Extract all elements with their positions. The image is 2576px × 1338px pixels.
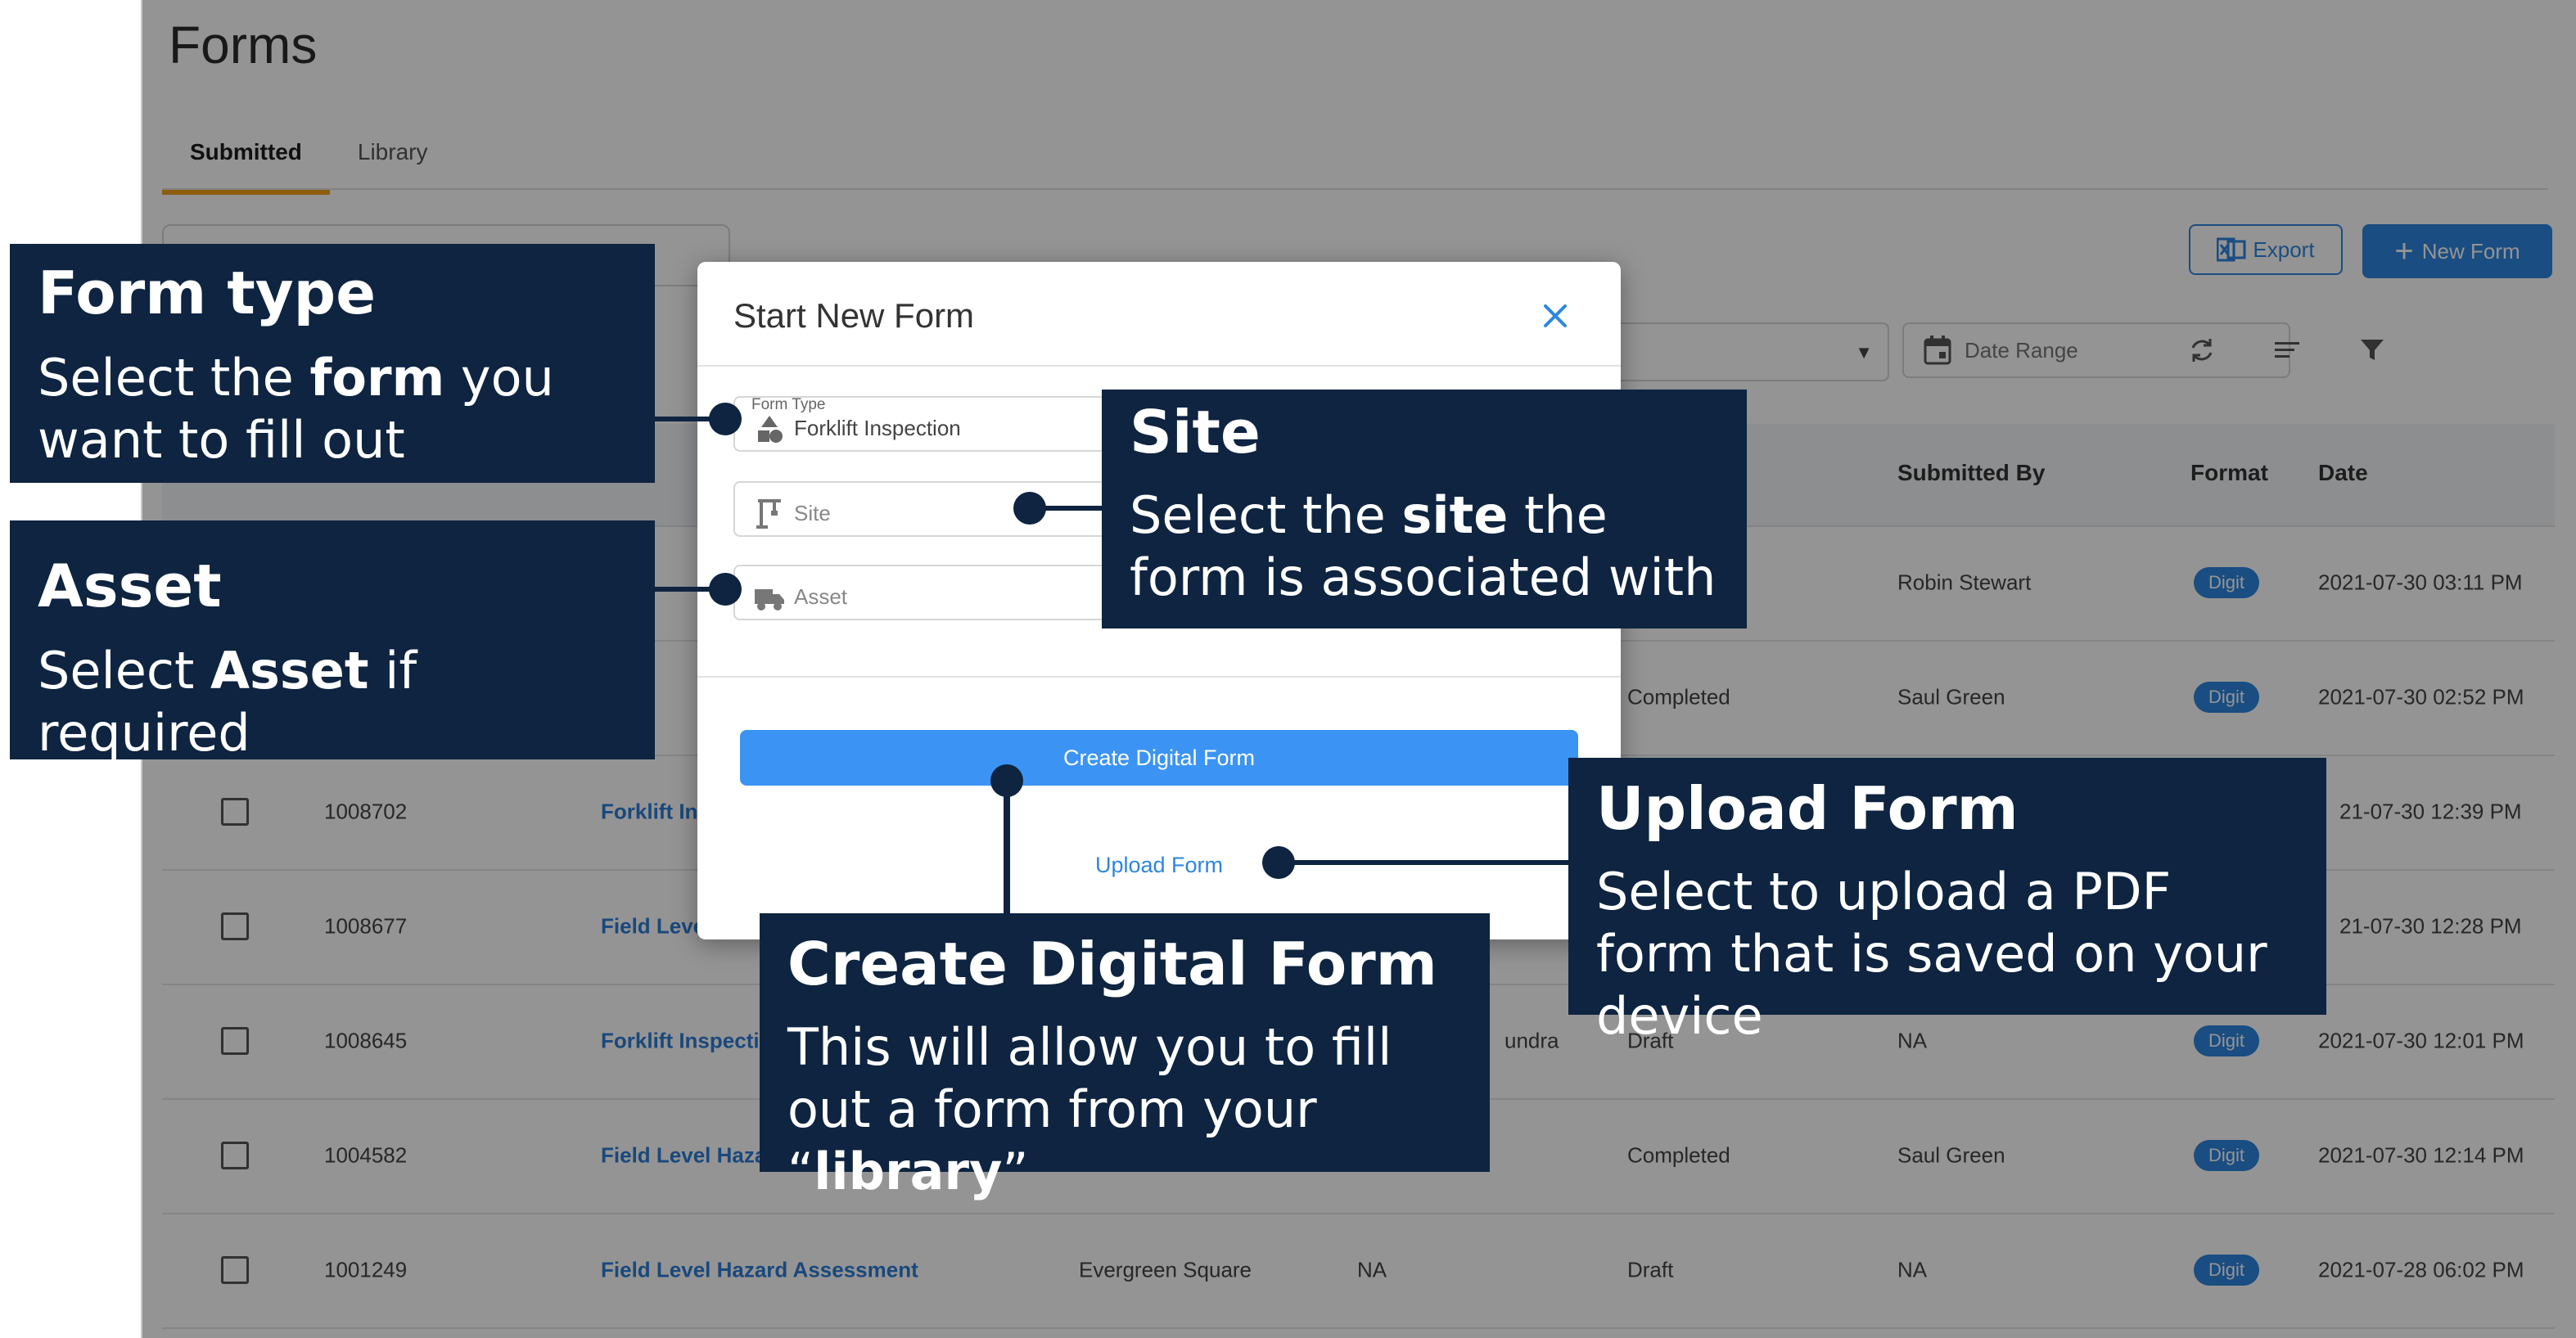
form-type-value: Forklift Inspection — [794, 416, 961, 440]
callout-text: Select — [38, 641, 210, 701]
crane-icon — [756, 499, 781, 529]
callout-site-title: Site — [1130, 398, 1261, 466]
callout-bold-text: Asset — [210, 641, 369, 701]
callout-text: Select the — [1130, 485, 1402, 545]
callout-pointer-dot — [1013, 492, 1046, 525]
close-icon[interactable] — [1539, 300, 1572, 332]
callout-text: ” — [1002, 1142, 1029, 1201]
shapes-icon — [758, 416, 783, 443]
form-type-label: Form Type — [751, 396, 826, 413]
modal-header-divider — [697, 365, 1621, 367]
upload-form-link[interactable]: Upload Form — [697, 853, 1621, 878]
callout-bold-text: library — [814, 1142, 1003, 1201]
modal-title: Start New Form — [733, 296, 975, 335]
callout-form-type: Form type Select the form you want to fi… — [10, 244, 655, 483]
callout-site-body: Select the site the form is associated w… — [1130, 484, 1719, 609]
callout-create-digital-form: Create Digital Form This will allow you … — [760, 913, 1490, 1201]
callout-asset-body: Select Asset if required — [38, 640, 627, 764]
callout-pointer-dot — [709, 403, 742, 435]
callout-pointer-dot — [709, 573, 742, 606]
callout-connector — [1004, 781, 1010, 915]
callout-create-body: This will allow you to fill out a form f… — [787, 1016, 1462, 1203]
asset-placeholder: Asset — [794, 584, 848, 609]
callout-bold-text: form — [309, 348, 445, 408]
callout-upload-body: Select to upload a PDF form that is save… — [1596, 862, 2267, 1046]
callout-asset-title: Asset — [38, 552, 222, 620]
truck-icon — [755, 589, 784, 610]
form-type-select[interactable]: Form Type Forklift Inspection — [733, 396, 1118, 452]
callout-bold-text: site — [1401, 485, 1509, 545]
callout-asset: Asset Select Asset if required — [10, 520, 655, 763]
callout-upload-form: Upload Form Select to upload a PDF form … — [1568, 758, 2326, 1046]
callout-form-type-title: Form type — [38, 259, 377, 327]
callout-create-title: Create Digital Form — [787, 930, 1437, 998]
callout-form-type-body: Select the form you want to fill out — [38, 347, 627, 471]
create-digital-form-button[interactable]: Create Digital Form — [740, 730, 1578, 786]
callout-connector — [1279, 860, 1572, 865]
asset-select[interactable]: Asset — [733, 565, 1118, 620]
callout-upload-title: Upload Form — [1596, 774, 2019, 843]
site-placeholder: Site — [794, 501, 831, 525]
callout-text: Select the — [38, 348, 310, 408]
modal-footer-divider — [697, 676, 1621, 678]
callout-site: Site Select the site the form is associa… — [1102, 390, 1747, 628]
